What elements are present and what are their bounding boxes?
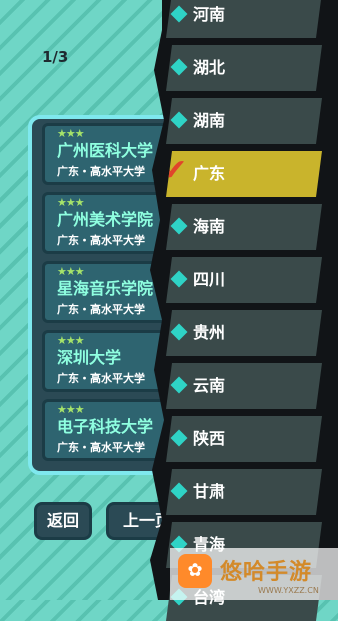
diamond-icon	[171, 218, 188, 235]
school-name: 电子科技大学	[57, 417, 154, 436]
watermark-logo-icon: ✿	[178, 554, 212, 588]
diamond-icon	[171, 483, 188, 500]
province-item-hunan[interactable]: 湖南	[166, 98, 322, 144]
province-item-sichuan[interactable]: 四川	[166, 257, 322, 303]
province-item-yunnan[interactable]: 云南	[166, 363, 322, 409]
school-meta: 广东・高水平大学	[57, 165, 145, 178]
watermark-name: 悠哈手游	[220, 560, 313, 585]
school-name: 广州美术学院	[57, 210, 154, 229]
star-rating-icon: ★★★	[57, 196, 85, 209]
star-rating-icon: ★★★	[57, 265, 85, 278]
school-name: 深圳大学	[57, 348, 122, 367]
diamond-icon	[171, 112, 188, 129]
province-item-henan[interactable]: 河南	[166, 0, 322, 38]
province-item-hubei[interactable]: 湖北	[166, 45, 322, 91]
diamond-icon	[171, 6, 188, 23]
province-item-gansu[interactable]: 甘肃	[166, 469, 322, 515]
province-label: 河南	[193, 5, 226, 24]
province-label: 海南	[193, 217, 226, 236]
province-item-guizhou[interactable]: 贵州	[166, 310, 322, 356]
star-rating-icon: ★★★	[57, 334, 85, 347]
province-label: 陕西	[193, 429, 226, 448]
school-meta: 广东・高水平大学	[57, 372, 145, 385]
watermark: ✿ 悠哈手游 WWW.YXZZ.CN	[170, 548, 338, 600]
diamond-icon	[171, 377, 188, 394]
province-label: 甘肃	[193, 482, 226, 501]
diamond-icon	[171, 59, 188, 76]
province-label: 湖南	[193, 111, 226, 130]
province-label: 湖北	[193, 58, 226, 77]
province-item-shaanxi[interactable]: 陕西	[166, 416, 322, 462]
watermark-url: WWW.YXZZ.CN	[258, 586, 319, 595]
province-label: 贵州	[193, 323, 226, 342]
diamond-icon	[171, 430, 188, 447]
star-rating-icon: ★★★	[57, 127, 85, 140]
school-name: 星海音乐学院	[57, 279, 154, 298]
diamond-icon	[171, 271, 188, 288]
school-meta: 广东・高水平大学	[57, 303, 145, 316]
province-label: 广东	[193, 164, 226, 183]
school-meta: 广东・高水平大学	[57, 234, 145, 247]
page-counter: 1/3	[42, 48, 69, 66]
province-item-guangdong[interactable]: ✔ 广东	[166, 151, 322, 197]
back-button[interactable]: 返回	[34, 502, 92, 540]
province-label: 四川	[193, 270, 226, 289]
star-rating-icon: ★★★	[57, 403, 85, 416]
school-name: 广州医科大学	[57, 141, 154, 160]
province-label: 云南	[193, 376, 226, 395]
province-item-hainan[interactable]: 海南	[166, 204, 322, 250]
school-meta: 广东・高水平大学	[57, 441, 145, 454]
diamond-icon	[171, 324, 188, 341]
